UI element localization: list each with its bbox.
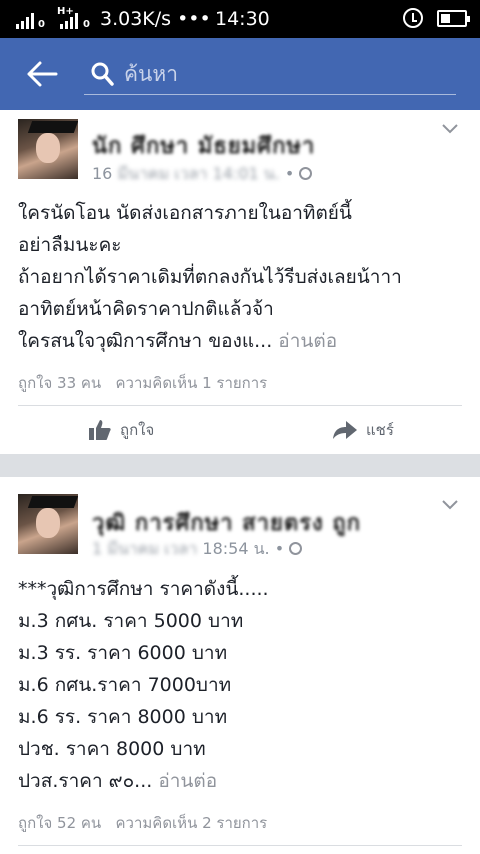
post-stats: ถูกใจ 52 คน ความคิดเห็น 2 รายการ [18,811,267,835]
share-label: แชร์ [366,421,394,439]
post-text-line: อย่าลืมนะคะ [18,234,122,256]
post-stats: ถูกใจ 33 คน ความคิดเห็น 1 รายการ [18,371,267,395]
post-text-line: ม.3 กศน. ราคา 5000 บาท [18,610,244,632]
chevron-down-icon[interactable] [442,124,458,134]
comment-count[interactable]: ความคิดเห็น 1 รายการ [116,374,268,392]
post-card: นัก ศึกษา มัธยมศึกษา 16 มีนาคม เวลา 14:0… [0,110,480,454]
network-speed: 3.03K/s ••• [100,8,211,30]
divider [18,845,462,846]
signal-icon [16,12,34,29]
status-bar: 0 H+ 0 3.03K/s ••• 14:30 [0,0,480,38]
comment-count[interactable]: ความคิดเห็น 2 รายการ [116,814,268,832]
timestamp-prefix: 16 [92,164,113,183]
like-count[interactable]: ถูกใจ 33 คน [18,374,101,392]
divider [18,405,462,406]
like-icon [89,420,111,440]
post-text-line: ใครสนใจวุฒิการศึกษา ของแ... อ่านต่อ [18,328,337,354]
post-text-line: ถ้าอยากได้ราคาเดิมที่ตกลงกันไว้รีบส่งเลย… [18,266,402,288]
globe-icon [289,542,303,555]
timestamp-blurred: 1 มีนาคม เวลา [92,539,198,558]
network-type-label-3: 0 [83,19,90,30]
share-button[interactable]: แชร์ [332,416,394,444]
post-timestamp[interactable]: 1 มีนาคม เวลา 18:54 น. • [92,537,303,562]
post-card: วุฒิ การศึกษา สายตรง ถูก 1 มีนาคม เวลา 1… [0,477,480,854]
see-more-link[interactable]: อ่านต่อ [278,330,337,352]
post-author[interactable]: นัก ศึกษา มัธยมศึกษา [92,128,315,163]
back-arrow-icon[interactable] [26,60,58,88]
post-text-line: อาทิตย์หน้าคิดราคาปกติแล้วจ้า [18,298,274,320]
timestamp-separator: • [284,164,295,183]
post-text-line: ปวส.ราคา ๙๐... อ่านต่อ [18,768,217,794]
avatar[interactable] [18,494,78,554]
post-timestamp[interactable]: 16 มีนาคม เวลา 14:01 น. • [92,162,313,187]
avatar[interactable] [18,119,78,179]
post-text-line: ใครนัดโอน นัดส่งเอกสารภายในอาทิตย์นี้ [18,202,352,224]
alarm-icon [403,8,423,28]
chevron-down-icon[interactable] [442,500,458,510]
network-type-label: 0 [38,19,45,30]
post-text-last: ปวส.ราคา ๙๐... [18,770,153,792]
share-icon [333,421,357,439]
timestamp-time: 18:54 น. • [202,539,285,558]
like-count[interactable]: ถูกใจ 52 คน [18,814,101,832]
search-header [0,38,480,110]
feed-separator [0,454,480,477]
timestamp-blurred: มีนาคม เวลา 14:01 น. [117,164,280,183]
post-text-line: ม.6 รร. ราคา 8000 บาท [18,706,228,728]
globe-icon [299,167,313,180]
post-text-last: ใครสนใจวุฒิการศึกษา ของแ... [18,330,273,352]
search-bar[interactable] [84,55,456,95]
like-button[interactable]: ถูกใจ [88,416,154,444]
post-author[interactable]: วุฒิ การศึกษา สายตรง ถูก [92,505,361,540]
post-text-line: ***วุฒิการศึกษา ราคาดังนี้..... [18,578,269,600]
like-label: ถูกใจ [120,421,155,439]
battery-icon [437,10,470,27]
search-icon [91,62,114,86]
see-more-link[interactable]: อ่านต่อ [158,770,217,792]
clock: 14:30 [215,8,270,30]
post-text-line: ม.3 รร. ราคา 6000 บาท [18,642,228,664]
search-input[interactable] [124,59,444,89]
network-type-label-2: H+ [57,6,74,17]
post-text-line: ม.6 กศน.ราคา 7000บาท [18,674,232,696]
post-text-line: ปวช. ราคา 8000 บาท [18,738,206,760]
